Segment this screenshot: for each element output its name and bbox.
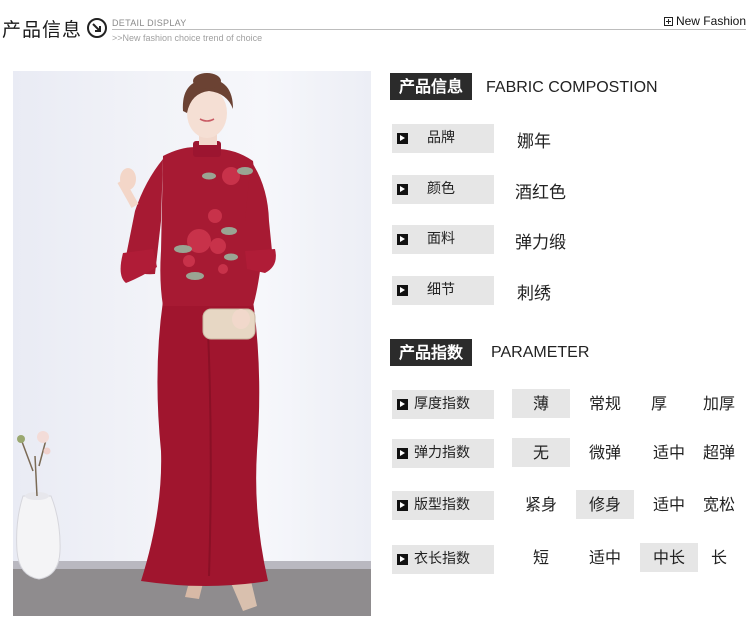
option: 宽松 (702, 495, 735, 514)
detail-display-label: DETAIL DISPLAY (112, 18, 187, 28)
detail-value: 刺绣 (517, 284, 551, 304)
product-photo (13, 71, 371, 616)
new-fashion-label: New Fashion (675, 14, 746, 28)
option: 常规 (588, 394, 621, 413)
arrow-bullet-icon (397, 133, 408, 144)
fabric-composition-title: FABRIC COMPOSTION (486, 79, 658, 96)
info-row-brand-label: 品牌 (392, 124, 494, 153)
param-row-elasticity-label: 弹力指数 (392, 439, 494, 468)
option: 超弹 (702, 443, 735, 462)
arrow-bullet-icon (397, 285, 408, 296)
arrow-circle-icon (87, 18, 107, 38)
option: 厚 (650, 394, 667, 413)
info-row-fabric-label: 面料 (392, 225, 494, 254)
option-selected: 无 (512, 438, 570, 467)
option: 微弹 (588, 443, 621, 462)
info-row-color-label: 颜色 (392, 175, 494, 204)
option-selected: 修身 (576, 490, 634, 519)
arrow-bullet-icon (397, 448, 408, 459)
option-selected: 薄 (512, 389, 570, 418)
parameter-title: PARAMETER (491, 344, 590, 361)
option: 适中 (588, 548, 621, 567)
param-row-thickness-label: 厚度指数 (392, 390, 494, 419)
parameter-tag: 产品指数 (390, 339, 473, 366)
arrow-bullet-icon (397, 184, 408, 195)
info-row-detail-label: 细节 (392, 276, 494, 305)
page-title: 产品信息 (2, 19, 83, 41)
header-divider (112, 29, 746, 30)
color-value: 酒红色 (515, 183, 566, 203)
brand-value: 娜年 (517, 132, 551, 152)
param-row-length-label: 衣长指数 (392, 545, 494, 574)
option: 长 (710, 548, 727, 567)
arrow-bullet-icon (397, 554, 408, 565)
param-row-fit-label: 版型指数 (392, 491, 494, 520)
fabric-value: 弹力缎 (515, 233, 566, 253)
header-subtitle: >>New fashion choice trend of choice (112, 33, 263, 43)
new-fashion-link[interactable]: New Fashion (663, 14, 746, 28)
arrow-bullet-icon (397, 399, 408, 410)
arrow-bullet-icon (397, 234, 408, 245)
option: 紧身 (524, 495, 557, 514)
option: 加厚 (702, 394, 735, 413)
product-info-tag: 产品信息 (390, 73, 473, 100)
arrow-bullet-icon (397, 500, 408, 511)
plus-square-icon (663, 17, 673, 26)
option: 短 (532, 548, 549, 567)
